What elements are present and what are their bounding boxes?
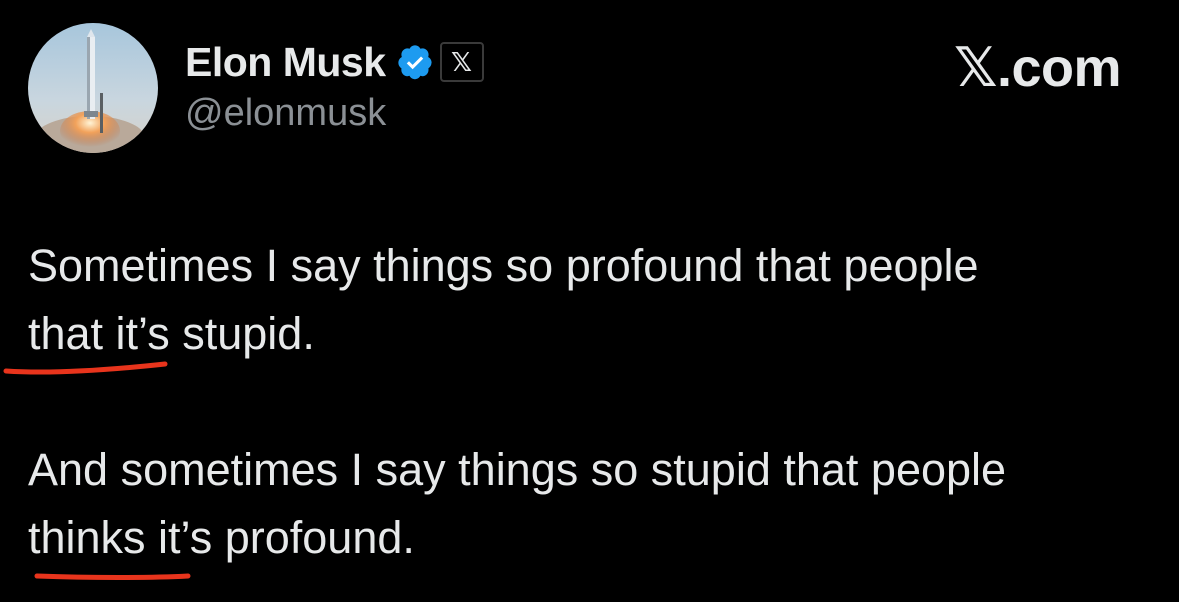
tweet-line: thinks it’s profound.	[28, 512, 415, 563]
author-display-name[interactable]: Elon Musk	[185, 39, 386, 86]
tweet-text: Sometimes I say things so profound that …	[28, 232, 1168, 572]
rocket-launch-image	[28, 23, 158, 153]
author-name-row: Elon Musk 𝕏	[185, 38, 484, 86]
tweet-line: And sometimes I say things so stupid tha…	[28, 444, 1007, 495]
avatar[interactable]	[28, 23, 158, 153]
x-affiliate-badge-icon[interactable]: 𝕏	[439, 42, 484, 82]
tweet-paragraph: Sometimes I say things so profound that …	[28, 232, 1168, 368]
x-com-watermark: 𝕏.com	[953, 38, 1122, 98]
tweet-line: that it’s stupid.	[28, 308, 315, 359]
tweet-paragraph: And sometimes I say things so stupid tha…	[28, 436, 1168, 572]
author-handle[interactable]: @elonmusk	[185, 92, 386, 135]
verified-badge-icon	[396, 43, 434, 81]
underline-mark-thinks-it	[34, 573, 191, 580]
tweet-line: Sometimes I say things so profound that …	[28, 240, 979, 291]
